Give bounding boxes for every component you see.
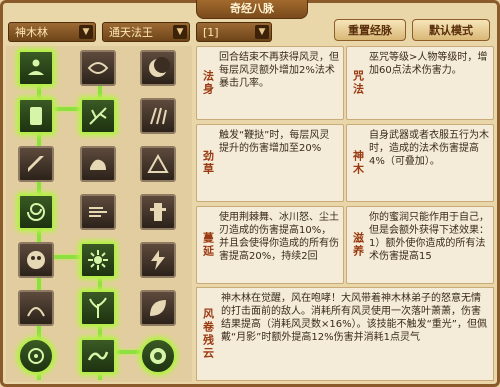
chevron-down-icon[interactable]: ▼ [79, 25, 93, 39]
scroll-skill-icon[interactable] [80, 50, 116, 86]
swirl-skill-icon[interactable] [18, 194, 54, 230]
beast-skill-icon[interactable] [80, 146, 116, 182]
skill-card[interactable]: 劲草 触发“鞭挞”时，每层风灵提升的伤害增加至20% [196, 124, 344, 202]
gust-skill-icon[interactable] [80, 194, 116, 230]
skill-card[interactable]: 滋养 你的蜜润只能作用于自己，但是会额外获得下述效果：1）额外使你造成的所有法术… [346, 206, 494, 284]
vine-skill-icon[interactable] [18, 290, 54, 326]
level-dropdown[interactable]: [1] ▼ [196, 22, 272, 42]
skill-description: 巫咒等级>人物等级时，增加60点法术伤害力。 [369, 52, 488, 76]
chevron-down-icon[interactable]: ▼ [173, 25, 187, 39]
wing-skill-icon[interactable] [140, 146, 176, 182]
skill-description: 回合结束不再获得风灵，但每层风灵额外增加2%法术暴击几率。 [219, 52, 339, 89]
skill-card[interactable]: 咒法 巫咒等级>人物等级时，增加60点法术伤害力。 [346, 46, 494, 120]
school-dropdown-label: 神木林 [15, 26, 48, 39]
skill-description: 触发“鞭挞”时，每层风灵提升的伤害增加至20% [219, 130, 330, 154]
lightning-skill-icon[interactable] [140, 242, 176, 278]
skill-card[interactable]: 蔓延 使用荆棘舞、冰川怒、尘土刃造成的伤害提高10%，并且会使得你造成的所有伤害… [196, 206, 344, 284]
growth-skill-icon[interactable] [80, 290, 116, 326]
leaf-skill-icon[interactable] [140, 290, 176, 326]
orb-skill-icon[interactable] [140, 338, 176, 374]
default-mode-button[interactable]: 默认模式 [412, 19, 490, 41]
spirit-skill-icon[interactable] [18, 338, 54, 374]
moon-skill-icon[interactable] [140, 50, 176, 86]
skill-name: 滋养 [351, 232, 365, 258]
burst-skill-icon[interactable] [80, 242, 116, 278]
skill-description: 神木林在觉醒，风在咆哮！大风带着神木林弟子的怒意无情的打击面前的敌人。消耗所有风… [221, 293, 487, 343]
chevron-down-icon[interactable]: ▼ [255, 25, 269, 39]
skill-name: 风卷残云 [201, 308, 215, 360]
ultimate-skill-card[interactable]: 风卷残云 神木林在觉醒，风在咆哮！大风带着神木林弟子的怒意无情的打击面前的敌人。… [196, 287, 494, 381]
skill-description: 你的蜜润只能作用于自己，但是会额外获得下述效果：1）额外使你造成的所有法术伤害提… [369, 212, 489, 262]
dragon-skill-icon[interactable] [80, 338, 116, 374]
skill-name: 蔓延 [201, 232, 215, 258]
level-dropdown-label: [1] [203, 26, 219, 39]
totem-skill-icon[interactable] [140, 194, 176, 230]
claw-skill-icon[interactable] [140, 98, 176, 134]
skill-description: 使用荆棘舞、冰川怒、尘土刃造成的伤害提高10%，并且会使得你造成的所有伤害提高2… [219, 212, 339, 262]
meditate-skill-icon[interactable] [18, 50, 54, 86]
skill-name: 劲草 [201, 150, 215, 176]
school-dropdown[interactable]: 神木林 ▼ [8, 22, 96, 42]
window-title: 奇经八脉 [196, 0, 308, 19]
skill-name: 法身 [201, 70, 215, 96]
skill-card[interactable]: 法身 回合结束不再获得风灵，但每层风灵额外增加2%法术暴击几率。 [196, 46, 344, 120]
skill-name: 咒法 [351, 70, 365, 96]
skill-description: 自身武器或者衣服五行为木时，造成的法术伤害提高4%（可叠加）。 [369, 130, 489, 167]
skill-name: 神木 [351, 150, 365, 176]
branch-dropdown[interactable]: 通天法王 ▼ [102, 22, 190, 42]
reset-meridian-button[interactable]: 重置经脉 [334, 19, 406, 41]
mask-skill-icon[interactable] [18, 242, 54, 278]
branch-dropdown-label: 通天法王 [109, 26, 153, 39]
skill-card[interactable]: 神木 自身武器或者衣服五行为木时，造成的法术伤害提高4%（可叠加）。 [346, 124, 494, 202]
blade-skill-icon[interactable] [18, 146, 54, 182]
shield-skill-icon[interactable] [18, 98, 54, 134]
branch-skill-icon[interactable] [80, 98, 116, 134]
